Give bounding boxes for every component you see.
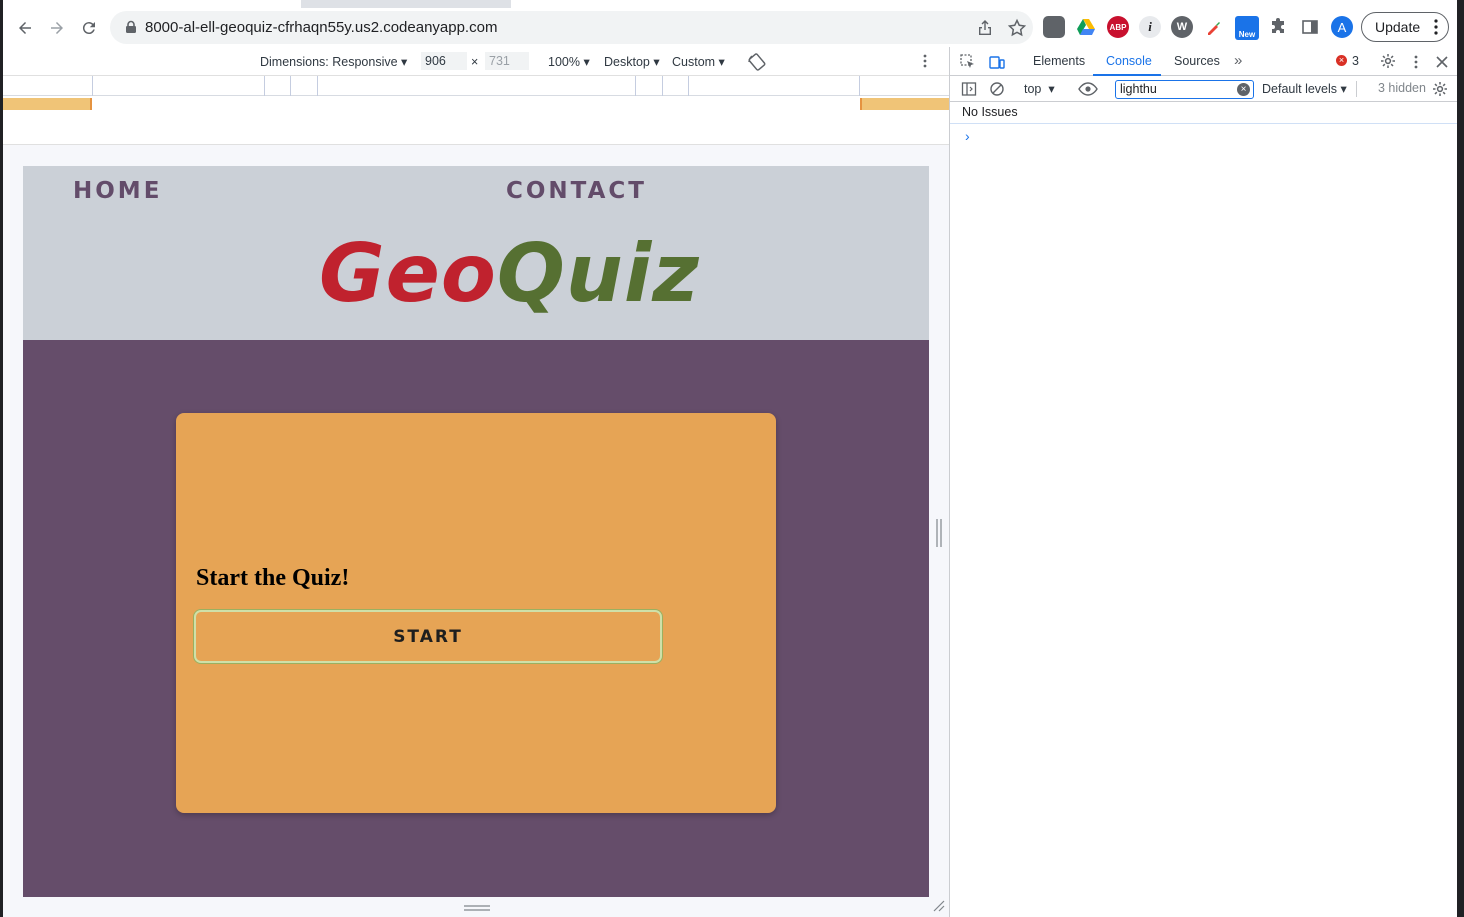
width-input[interactable]: 906 bbox=[421, 52, 467, 70]
console-toolbar: top ▾ lighthu × Default levels ▾ 3 hidde… bbox=[950, 76, 1457, 102]
info-extension-icon[interactable]: i bbox=[1139, 16, 1161, 38]
error-count[interactable]: 3 bbox=[1352, 54, 1359, 68]
url-text: 8000-al-ell-geoquiz-cfrhaqn55y.us2.codea… bbox=[145, 19, 498, 36]
inspect-element-icon[interactable] bbox=[960, 54, 976, 70]
browser-tab[interactable] bbox=[3, 0, 301, 8]
extensions-puzzle-icon[interactable] bbox=[1267, 16, 1289, 38]
divider bbox=[1356, 81, 1357, 97]
more-tabs-icon[interactable]: » bbox=[1234, 52, 1242, 69]
arrow-right-icon bbox=[51, 22, 63, 34]
console-filter-input[interactable]: lighthu bbox=[1115, 80, 1254, 99]
extension-clipboard-icon[interactable] bbox=[1043, 16, 1065, 38]
clear-console-icon[interactable] bbox=[989, 81, 1005, 97]
side-panel-icon[interactable] bbox=[1299, 16, 1321, 38]
update-button[interactable]: Update bbox=[1361, 12, 1449, 42]
browser-window: 8000-al-ell-geoquiz-cfrhaqn55y.us2.codea… bbox=[3, 0, 1457, 917]
lock-icon bbox=[126, 20, 136, 33]
site-logo[interactable]: GeoQuiz bbox=[319, 234, 700, 314]
site-main: Start the Quiz! START bbox=[23, 340, 929, 897]
close-icon[interactable] bbox=[1434, 54, 1450, 70]
zoom-dropdown[interactable]: 100% ▾ bbox=[548, 54, 590, 69]
color-picker-icon[interactable] bbox=[1203, 16, 1225, 38]
device-toggle-icon[interactable] bbox=[989, 54, 1005, 70]
share-icon[interactable] bbox=[975, 18, 995, 38]
throttle-label: Custom bbox=[672, 55, 716, 69]
viewport-bottom-resize-handle[interactable] bbox=[464, 905, 490, 911]
context-label: top bbox=[1024, 82, 1042, 96]
tab-strip bbox=[3, 0, 1457, 8]
media-query-ruler bbox=[3, 76, 949, 96]
rotate-icon[interactable] bbox=[747, 52, 767, 72]
emulated-page: HOME CONTACT GeoQuiz Start the Quiz! STA… bbox=[23, 166, 929, 897]
logo-quiz: Quiz bbox=[496, 227, 700, 320]
console-settings-icon[interactable] bbox=[1432, 81, 1448, 97]
zoom-label: 100% bbox=[548, 55, 580, 69]
media-query-segment[interactable] bbox=[3, 98, 92, 110]
device-type-dropdown[interactable]: Desktop ▾ bbox=[604, 54, 660, 69]
eye-icon[interactable] bbox=[1078, 81, 1098, 97]
tab-sources[interactable]: Sources bbox=[1174, 54, 1220, 68]
adblock-plus-icon[interactable]: ABP bbox=[1107, 16, 1129, 38]
new-extension-icon[interactable]: New bbox=[1235, 16, 1259, 40]
dimensions-dropdown[interactable]: Dimensions: Responsive ▾ bbox=[260, 54, 407, 69]
error-icon[interactable]: × bbox=[1336, 55, 1347, 66]
back-button[interactable] bbox=[13, 16, 37, 40]
devtools-tabbar: Elements Console Sources » × 3 bbox=[950, 47, 1457, 76]
times-sign: × bbox=[471, 55, 479, 69]
site-header: HOME CONTACT GeoQuiz bbox=[23, 166, 929, 340]
quiz-card: Start the Quiz! START bbox=[176, 413, 776, 813]
viewport-corner-resize-handle[interactable] bbox=[933, 900, 945, 912]
clear-filter-icon[interactable]: × bbox=[1237, 83, 1250, 96]
height-input[interactable]: 731 bbox=[485, 52, 529, 70]
devtools-more-icon[interactable] bbox=[1414, 54, 1418, 70]
nav-contact-link[interactable]: CONTACT bbox=[506, 178, 647, 204]
forward-button[interactable] bbox=[45, 16, 69, 40]
hidden-count: 3 hidden bbox=[1378, 81, 1426, 95]
browser-tab[interactable] bbox=[511, 0, 1457, 8]
device-more-icon[interactable] bbox=[923, 54, 927, 68]
device-type-label: Desktop bbox=[604, 55, 650, 69]
console-prompt[interactable]: › bbox=[965, 128, 970, 144]
browser-toolbar: 8000-al-ell-geoquiz-cfrhaqn55y.us2.codea… bbox=[3, 8, 1457, 47]
media-query-bar bbox=[3, 96, 949, 112]
wordpress-icon[interactable]: W bbox=[1171, 16, 1193, 38]
log-levels-label: Default levels bbox=[1262, 82, 1338, 96]
star-icon[interactable] bbox=[1007, 18, 1027, 38]
devtools-panel: Elements Console Sources » × 3 top ▾ lig… bbox=[949, 47, 1457, 917]
viewport-side-resize-handle[interactable] bbox=[936, 519, 942, 547]
tab-elements[interactable]: Elements bbox=[1033, 54, 1085, 68]
start-button[interactable]: START bbox=[194, 610, 662, 663]
nav-home-link[interactable]: HOME bbox=[73, 178, 162, 204]
arrow-left-icon bbox=[19, 22, 31, 34]
profile-avatar[interactable]: A bbox=[1331, 16, 1353, 38]
issues-status[interactable]: No Issues bbox=[950, 102, 1457, 124]
tab-console[interactable]: Console bbox=[1106, 54, 1152, 68]
quiz-heading: Start the Quiz! bbox=[196, 565, 350, 591]
more-vert-icon bbox=[1434, 19, 1438, 35]
throttle-dropdown[interactable]: Custom ▾ bbox=[672, 54, 725, 69]
gear-icon[interactable] bbox=[1380, 53, 1396, 69]
reload-icon bbox=[82, 22, 95, 35]
context-selector[interactable]: top ▾ bbox=[1024, 81, 1055, 96]
update-label: Update bbox=[1375, 19, 1421, 35]
address-bar[interactable]: 8000-al-ell-geoquiz-cfrhaqn55y.us2.codea… bbox=[110, 11, 1033, 44]
logo-geo: Geo bbox=[319, 227, 497, 320]
google-drive-icon[interactable] bbox=[1075, 16, 1097, 38]
media-query-segment[interactable] bbox=[860, 98, 949, 110]
log-levels-dropdown[interactable]: Default levels ▾ bbox=[1262, 81, 1347, 96]
sidebar-toggle-icon[interactable] bbox=[961, 81, 977, 97]
device-toolbar: Dimensions: Responsive ▾ 906 × 731 100% … bbox=[3, 47, 949, 76]
dimensions-label: Dimensions: Responsive bbox=[260, 55, 398, 69]
reload-button[interactable] bbox=[77, 16, 101, 40]
